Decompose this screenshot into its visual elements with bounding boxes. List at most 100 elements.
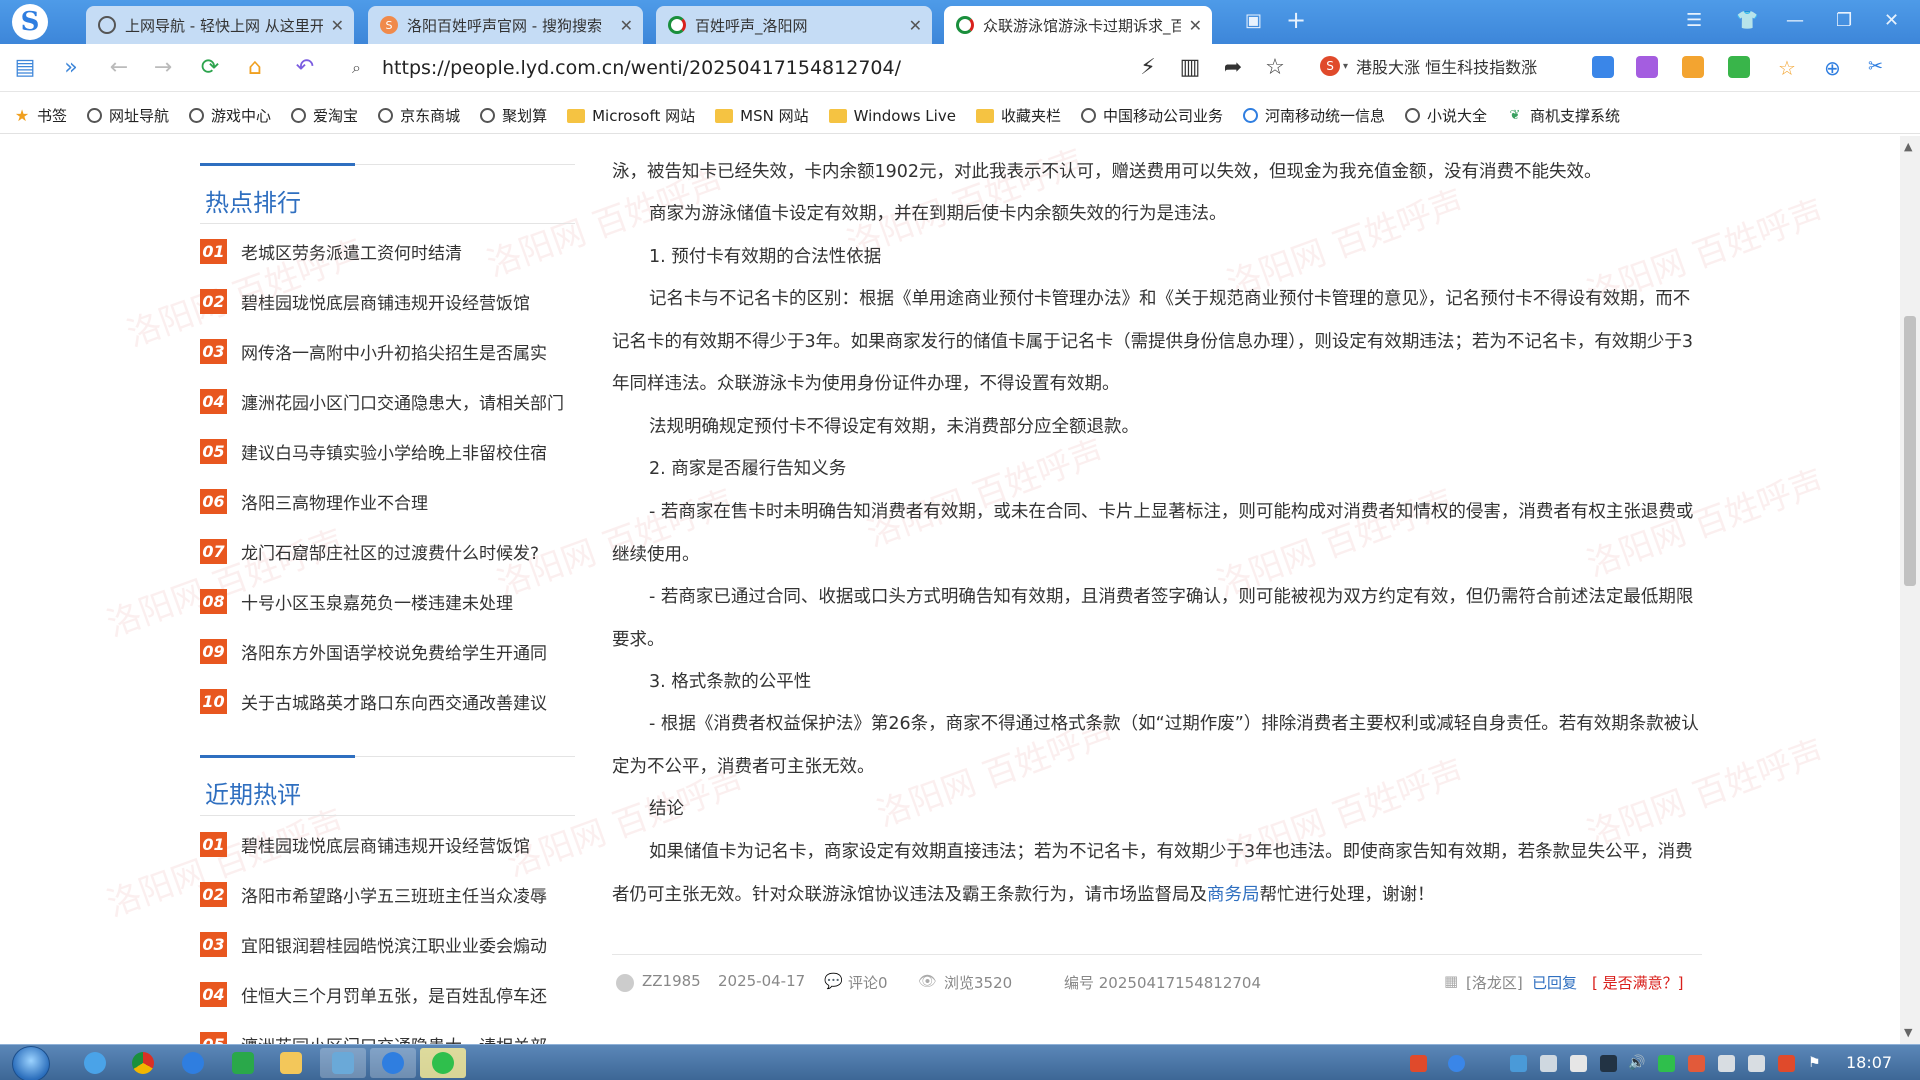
minimize-icon[interactable]: — — [1786, 10, 1804, 31]
hot-list-item[interactable]: 01 老城区劳务派遣工资何时结清 — [200, 226, 580, 276]
tray-app-icon[interactable] — [1570, 1055, 1587, 1072]
home-icon[interactable]: ⌂ — [240, 54, 270, 82]
bookmark-item[interactable]: ★ 书签 — [14, 105, 67, 126]
taskbar-sogou-active[interactable] — [370, 1048, 416, 1078]
bookmark-folder[interactable]: Microsoft 网站 — [567, 105, 695, 126]
search-suggestion-text[interactable]: 港股大涨 恒生科技指数涨 — [1356, 54, 1566, 78]
hot-list-item[interactable]: 10 关于古城路英才路口东向西交通改善建议 — [200, 676, 580, 726]
tab-nav-home[interactable]: 上网导航 - 轻快上网 从这里开始 ✕ — [86, 6, 354, 44]
satisfaction-link[interactable]: [ 是否满意？] — [1592, 972, 1683, 993]
taskbar-explorer[interactable] — [268, 1048, 314, 1078]
tab-close-icon[interactable]: ✕ — [909, 16, 922, 35]
sogou-search-engine-icon[interactable]: S — [1320, 56, 1340, 76]
taskbar-chrome[interactable] — [120, 1048, 166, 1078]
taskbar-remote[interactable] — [320, 1048, 366, 1078]
recent-list-item[interactable]: 03 宜阳银润碧桂园皓悦滨江职业业委会煽动 — [200, 919, 580, 969]
bookmark-item[interactable]: ❦ 商机支撑系统 — [1507, 105, 1620, 126]
skin-icon[interactable]: 👕 — [1736, 10, 1758, 31]
sidebar-toggle-icon[interactable]: ▤ — [10, 54, 40, 82]
post-author[interactable]: ZZ1985 — [642, 972, 701, 990]
tray-app-icon[interactable] — [1540, 1055, 1557, 1072]
recent-list-item[interactable]: 04 住恒大三个月罚单五张，是百姓乱停车还 — [200, 969, 580, 1019]
network-icon[interactable] — [1718, 1055, 1735, 1072]
hot-list-item[interactable]: 07 龙门石窟郜庄社区的过渡费什么时候发? — [200, 526, 580, 576]
window-close-icon[interactable]: ✕ — [1884, 10, 1899, 31]
hot-list-item[interactable]: 08 十号小区玉泉嘉苑负一楼违建未处理 — [200, 576, 580, 626]
tray-app-icon[interactable] — [1658, 1055, 1675, 1072]
forward-arrow-icon[interactable]: → — [148, 54, 178, 82]
scissors-icon[interactable]: ✂ — [1868, 56, 1890, 78]
reader-mode-icon[interactable]: ▥ — [1175, 54, 1205, 82]
bookmark-item[interactable]: 聚划算 — [480, 105, 547, 126]
flag-icon[interactable]: ⚑ — [1808, 1055, 1825, 1072]
scrollbar-thumb[interactable] — [1904, 316, 1916, 586]
taskbar-clock[interactable]: 18:07 — [1846, 1053, 1892, 1072]
bookmark-item[interactable]: 京东商城 — [378, 105, 460, 126]
taskbar-wechat[interactable] — [420, 1048, 466, 1078]
restore-icon[interactable]: ❐ — [1836, 10, 1852, 31]
hot-list-item[interactable]: 06 洛阳三高物理作业不合理 — [200, 476, 580, 526]
hot-list-item[interactable]: 03 网传洛一高附中小升初掐尖招生是否属实 — [200, 326, 580, 376]
translate-extension-icon[interactable] — [1592, 56, 1614, 78]
tab-baixing-husheng[interactable]: 百姓呼声_洛阳网 ✕ — [656, 6, 932, 44]
taskbar-ie[interactable] — [72, 1048, 118, 1078]
commerce-bureau-link[interactable]: 商务局 — [1207, 885, 1260, 905]
tab-sogou-search[interactable]: S 洛阳百姓呼声官网 - 搜狗搜索 ✕ — [368, 6, 643, 44]
shield-icon[interactable] — [1510, 1055, 1527, 1072]
folder-extension-icon[interactable] — [1682, 56, 1704, 78]
tab-close-icon[interactable]: ✕ — [1189, 16, 1202, 35]
favorite-star-icon[interactable]: ☆ — [1260, 54, 1290, 82]
taskbar-sheets[interactable] — [220, 1048, 266, 1078]
new-tab-button[interactable]: + — [1286, 6, 1306, 34]
url-text[interactable]: https://people.lyd.com.cn/wenti/20250417… — [382, 57, 901, 79]
tray-app-icon[interactable] — [1688, 1055, 1705, 1072]
tray-app-icon[interactable] — [1748, 1055, 1765, 1072]
start-button[interactable] — [12, 1046, 50, 1080]
hot-list-item[interactable]: 09 洛阳东方外国语学校说免费给学生开通同 — [200, 626, 580, 676]
recent-list-item[interactable]: 05瀍洲花园小区门口交通隐患大，请相关部 — [200, 1019, 580, 1044]
puzzle-extension-icon[interactable] — [1728, 56, 1750, 78]
tab-current-article[interactable]: 众联游泳馆游泳卡过期诉求_百姓呼声 ✕ — [944, 6, 1212, 44]
bookmark-item[interactable]: 小说大全 — [1404, 105, 1487, 126]
bookmark-item[interactable]: 河南移动统一信息 — [1242, 105, 1385, 126]
bookmark-item[interactable]: 网址导航 — [87, 105, 169, 126]
comment-count[interactable]: 评论0 — [848, 972, 888, 993]
tab-list-icon[interactable]: ▣ — [1245, 10, 1262, 31]
taskbar-sogou[interactable] — [170, 1048, 216, 1078]
lightning-icon[interactable]: ⚡ — [1133, 54, 1163, 82]
sogou-input-icon[interactable] — [1410, 1055, 1427, 1072]
share-icon[interactable]: ➦ — [1218, 54, 1248, 82]
sogou-browser-logo-icon[interactable]: S — [12, 4, 48, 40]
hot-list-item[interactable]: 04 瀍洲花园小区门口交通隐患大，请相关部门 — [200, 376, 580, 426]
download-icon[interactable]: ⊕ — [1824, 56, 1846, 80]
recent-list-item[interactable]: 02 洛阳市希望路小学五三班班主任当众凌辱 — [200, 869, 580, 919]
hot-list-item[interactable]: 02 碧桂园珑悦底层商铺违规开设经营饭馆 — [200, 276, 580, 326]
pen-extension-icon[interactable] — [1636, 56, 1658, 78]
search-box[interactable]: S ▾ 港股大涨 恒生科技指数涨 — [1316, 48, 1606, 84]
bookmark-folder[interactable]: 收藏夹栏 — [975, 105, 1061, 126]
tab-close-icon[interactable]: ✕ — [331, 16, 344, 35]
tray-app-icon[interactable] — [1778, 1055, 1795, 1072]
tab-close-icon[interactable]: ✕ — [620, 16, 633, 35]
bookmark-folder[interactable]: Windows Live — [828, 107, 956, 125]
menu-icon[interactable]: ☰ — [1686, 10, 1702, 31]
district-tag[interactable]: [洛龙区] — [1466, 972, 1523, 993]
chevron-down-icon[interactable]: ▾ — [1343, 61, 1348, 72]
undo-close-icon[interactable]: ↶ — [290, 54, 320, 82]
bookmark-item[interactable]: 爱淘宝 — [291, 105, 358, 126]
recent-list-item[interactable]: 01 碧桂园珑悦底层商铺违规开设经营饭馆 — [200, 819, 580, 869]
bookmark-item[interactable]: 中国移动公司业务 — [1080, 105, 1223, 126]
expand-chevron-icon[interactable]: » — [56, 54, 86, 82]
tray-app-icon[interactable] — [1448, 1055, 1465, 1072]
volume-icon[interactable]: 🔊 — [1628, 1055, 1645, 1072]
refresh-icon[interactable]: ⟳ — [195, 54, 225, 82]
bookmark-star-icon[interactable]: ☆ — [1778, 56, 1800, 80]
tray-app-icon[interactable] — [1600, 1055, 1617, 1072]
back-arrow-icon[interactable]: ← — [104, 54, 134, 82]
bookmark-folder[interactable]: MSN 网站 — [715, 105, 809, 126]
hot-list-item[interactable]: 05 建议白马寺镇实验小学给晚上非留校住宿 — [200, 426, 580, 476]
scroll-up-arrow-icon[interactable]: ▲ — [1904, 140, 1912, 153]
url-bar[interactable]: ⌕ https://people.lyd.com.cn/wenti/202504… — [344, 50, 1319, 86]
page-scrollbar[interactable]: ▲ ▼ — [1900, 136, 1920, 1044]
scroll-down-arrow-icon[interactable]: ▼ — [1904, 1026, 1912, 1039]
